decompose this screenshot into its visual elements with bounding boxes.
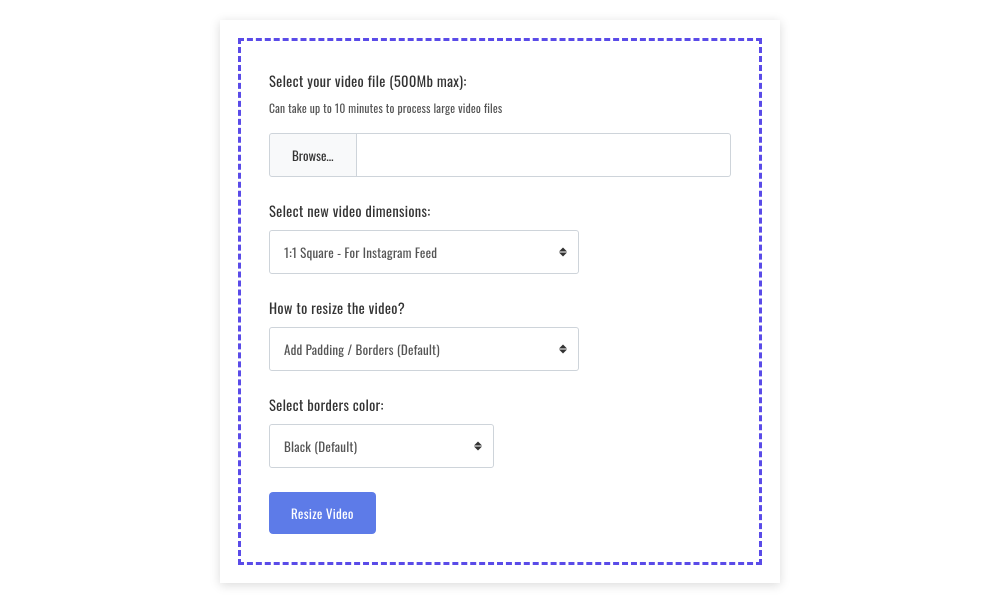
form-container: Select your video file (500Mb max): Can …: [238, 38, 762, 565]
dimensions-select[interactable]: 1:1 Square - For Instagram Feed: [269, 230, 579, 274]
resize-label: How to resize the video?: [269, 298, 731, 319]
file-display-input[interactable]: [357, 133, 731, 177]
file-input-row: Browse…: [269, 133, 731, 177]
resize-video-button[interactable]: Resize Video: [269, 492, 376, 534]
resize-method-select[interactable]: Add Padding / Borders (Default): [269, 327, 579, 371]
resize-select-wrapper: Add Padding / Borders (Default): [269, 327, 579, 371]
dimensions-select-wrapper: 1:1 Square - For Instagram Feed: [269, 230, 579, 274]
file-sublabel: Can take up to 10 minutes to process lar…: [269, 100, 731, 117]
file-label: Select your video file (500Mb max):: [269, 71, 731, 92]
borders-select-wrapper: Black (Default): [269, 424, 494, 468]
borders-label: Select borders color:: [269, 395, 731, 416]
browse-button[interactable]: Browse…: [269, 133, 357, 177]
form-card: Select your video file (500Mb max): Can …: [220, 20, 780, 583]
dimensions-label: Select new video dimensions:: [269, 201, 731, 222]
borders-color-select[interactable]: Black (Default): [269, 424, 494, 468]
